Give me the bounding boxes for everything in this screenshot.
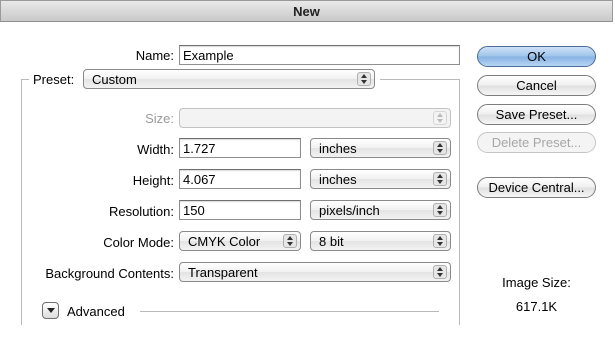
updown-arrows-icon bbox=[433, 265, 447, 279]
updown-arrows-icon bbox=[433, 172, 447, 186]
updown-arrows-icon bbox=[433, 234, 447, 248]
updown-arrows-icon bbox=[433, 111, 447, 125]
preset-group-top-line-right bbox=[380, 79, 460, 80]
width-unit-value: inches bbox=[319, 141, 357, 156]
resolution-label: Resolution: bbox=[108, 204, 174, 219]
width-field[interactable]: 1.727 bbox=[179, 138, 301, 158]
advanced-disclosure-triangle-icon[interactable] bbox=[42, 302, 59, 319]
updown-arrows-icon bbox=[357, 72, 371, 86]
height-unit-value: inches bbox=[319, 172, 357, 187]
preset-group-top-line bbox=[21, 79, 29, 80]
color-mode-select[interactable]: CMYK Color bbox=[179, 231, 301, 251]
resolution-field[interactable]: 150 bbox=[179, 200, 301, 220]
background-contents-label: Background Contents: bbox=[45, 266, 174, 281]
preset-select-value: Custom bbox=[92, 72, 137, 87]
name-field[interactable]: Example bbox=[179, 45, 460, 65]
resolution-unit-value: pixels/inch bbox=[319, 203, 380, 218]
updown-arrows-icon bbox=[283, 234, 297, 248]
image-size-label: Image Size: bbox=[502, 275, 571, 290]
resolution-unit-select[interactable]: pixels/inch bbox=[310, 200, 451, 220]
device-central-button[interactable]: Device Central... bbox=[477, 177, 596, 198]
advanced-label[interactable]: Advanced bbox=[67, 304, 125, 319]
image-size-value: 617.1K bbox=[515, 299, 558, 314]
updown-arrows-icon bbox=[433, 203, 447, 217]
preset-group-right-border bbox=[459, 79, 460, 325]
bit-depth-value: 8 bit bbox=[319, 234, 344, 249]
width-unit-select[interactable]: inches bbox=[310, 138, 451, 158]
preset-select[interactable]: Custom bbox=[83, 69, 375, 89]
updown-arrows-icon bbox=[433, 141, 447, 155]
preset-label: Preset: bbox=[33, 72, 75, 87]
background-contents-value: Transparent bbox=[188, 265, 258, 280]
ok-button[interactable]: OK bbox=[477, 46, 596, 67]
save-preset-button[interactable]: Save Preset... bbox=[477, 104, 596, 125]
preset-group-left-border bbox=[21, 79, 22, 325]
name-label: Name: bbox=[135, 48, 174, 63]
height-field[interactable]: 4.067 bbox=[179, 169, 301, 189]
title-bar[interactable]: New bbox=[0, 0, 613, 22]
height-label: Height: bbox=[132, 173, 174, 188]
color-mode-label: Color Mode: bbox=[103, 235, 174, 250]
window-title: New bbox=[293, 4, 320, 19]
bit-depth-select[interactable]: 8 bit bbox=[310, 231, 451, 251]
color-mode-value: CMYK Color bbox=[188, 234, 261, 249]
delete-preset-button: Delete Preset... bbox=[477, 132, 596, 153]
size-select bbox=[179, 108, 451, 128]
advanced-divider bbox=[140, 311, 439, 312]
background-contents-select[interactable]: Transparent bbox=[179, 262, 451, 282]
height-unit-select[interactable]: inches bbox=[310, 169, 451, 189]
cancel-button[interactable]: Cancel bbox=[477, 75, 596, 96]
size-label: Size: bbox=[145, 111, 174, 126]
width-label: Width: bbox=[137, 142, 174, 157]
